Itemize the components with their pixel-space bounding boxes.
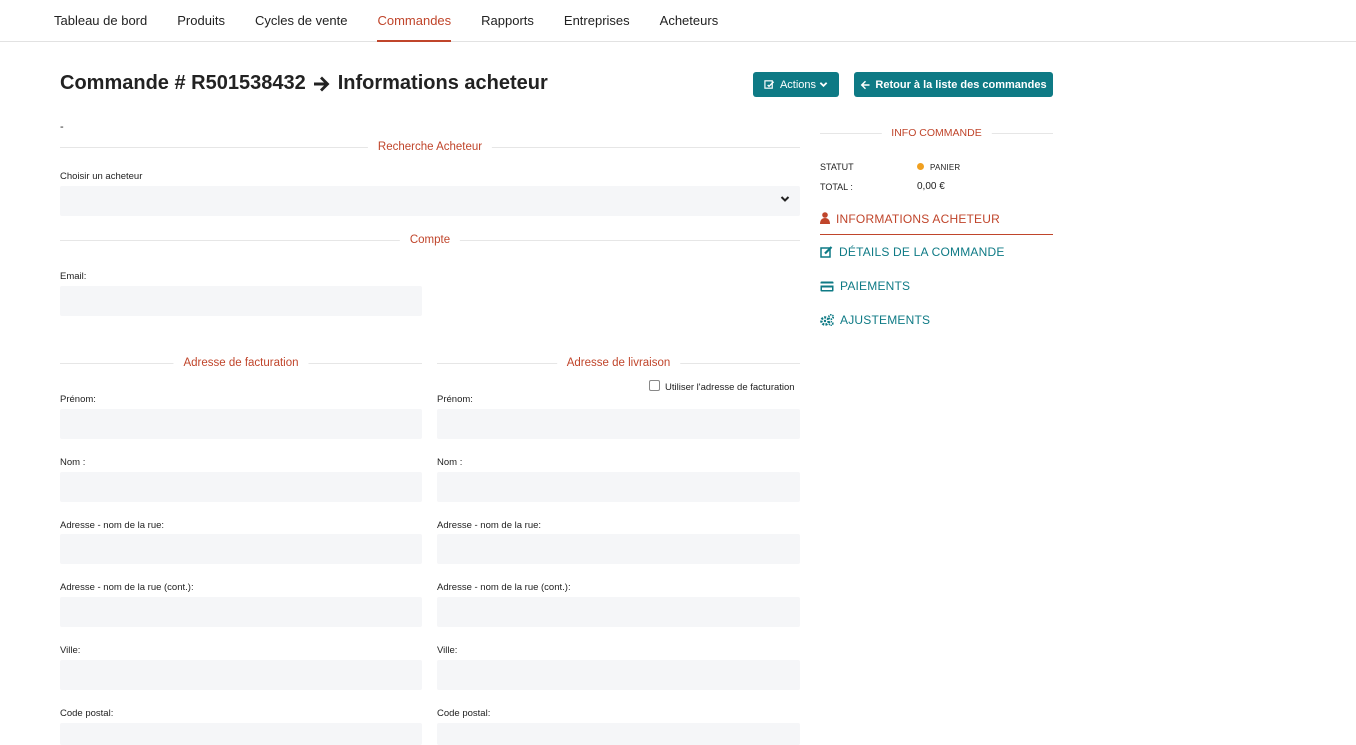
- shipping-first-name-field[interactable]: [437, 409, 800, 439]
- credit-card-icon: [820, 281, 834, 291]
- shipping-divider: Adresse de livraison: [437, 356, 800, 370]
- top-nav: Tableau de bord Produits Cycles de vente…: [0, 0, 1356, 42]
- total-value: 0,00 €: [917, 181, 945, 192]
- side-link-label: INFORMATIONS ACHETEUR: [836, 212, 1000, 226]
- status-dot-icon: [917, 163, 924, 170]
- nav-produits[interactable]: Produits: [177, 0, 225, 42]
- page-subtitle: Informations acheteur: [337, 72, 548, 94]
- billing-divider: Adresse de facturation: [60, 356, 422, 370]
- use-billing-checkbox[interactable]: [649, 380, 660, 391]
- side-link-label: PAIEMENTS: [840, 279, 911, 293]
- shipping-postal-label: Code postal:: [437, 708, 491, 719]
- shipping-street-label: Adresse - nom de la rue:: [437, 520, 542, 531]
- buyer-search-divider: Recherche Acheteur: [60, 140, 800, 154]
- billing-street-field[interactable]: [60, 534, 422, 564]
- shipping-city-field[interactable]: [437, 660, 800, 690]
- shipping-title: Adresse de livraison: [556, 356, 681, 370]
- account-divider: Compte: [60, 233, 800, 247]
- shipping-postal-field[interactable]: [437, 723, 800, 745]
- shipping-street-field[interactable]: [437, 534, 800, 564]
- chevron-down-icon: [819, 82, 828, 88]
- nav-entreprises[interactable]: Entreprises: [564, 0, 630, 42]
- page-title: Commande # R501538432 Informations achet…: [60, 72, 548, 95]
- back-to-orders-button[interactable]: Retour à la liste des commandes: [854, 72, 1053, 97]
- side-link-buyer-info[interactable]: INFORMATIONS ACHETEUR: [820, 207, 1053, 235]
- actions-label: Actions: [779, 78, 817, 91]
- shipping-last-name-label: Nom :: [437, 457, 463, 468]
- nav-rapports[interactable]: Rapports: [481, 0, 534, 42]
- arrow-right-icon: [312, 74, 332, 94]
- user-icon: [820, 212, 830, 224]
- nav-commandes[interactable]: Commandes: [377, 0, 452, 42]
- billing-street2-field[interactable]: [60, 597, 422, 627]
- billing-title: Adresse de facturation: [173, 356, 309, 370]
- billing-postal-field[interactable]: [60, 723, 422, 745]
- shipping-last-name-field[interactable]: [437, 472, 800, 502]
- choose-buyer-label: Choisir un acheteur: [60, 171, 143, 182]
- billing-city-field[interactable]: [60, 660, 422, 690]
- arrow-left-icon: [861, 80, 870, 89]
- dash-text: -: [60, 121, 64, 133]
- status-label: STATUT: [820, 162, 854, 172]
- side-link-label: DÉTAILS DE LA COMMANDE: [839, 245, 1005, 259]
- side-link-payments[interactable]: PAIEMENTS: [820, 274, 1053, 298]
- billing-city-label: Ville:: [60, 645, 81, 656]
- order-info-title: INFO COMMANDE: [881, 126, 992, 140]
- billing-street2-label: Adresse - nom de la rue (cont.):: [60, 582, 194, 593]
- actions-button[interactable]: Actions: [753, 72, 839, 97]
- billing-first-name-label: Prénom:: [60, 394, 96, 405]
- buyer-search-title: Recherche Acheteur: [367, 140, 493, 154]
- email-label: Email:: [60, 271, 87, 282]
- billing-street-label: Adresse - nom de la rue:: [60, 520, 165, 531]
- status-badge: PANIER: [917, 162, 960, 173]
- billing-first-name-field[interactable]: [60, 409, 422, 439]
- billing-last-name-label: Nom :: [60, 457, 86, 468]
- account-title: Compte: [399, 233, 461, 247]
- side-link-adjustments[interactable]: AJUSTEMENTS: [820, 308, 1053, 332]
- order-info-divider: INFO COMMANDE: [820, 126, 1053, 140]
- status-value: PANIER: [930, 163, 961, 172]
- shipping-first-name-label: Prénom:: [437, 394, 473, 405]
- total-label: TOTAL :: [820, 182, 853, 192]
- nav-cycles-de-vente[interactable]: Cycles de vente: [255, 0, 348, 42]
- use-billing-label: Utiliser l'adresse de facturation: [665, 382, 795, 393]
- billing-last-name-field[interactable]: [60, 472, 422, 502]
- shipping-street2-field[interactable]: [437, 597, 800, 627]
- billing-postal-label: Code postal:: [60, 708, 114, 719]
- back-label: Retour à la liste des commandes: [875, 78, 1047, 91]
- order-number: Commande # R501538432: [60, 72, 306, 94]
- nav-acheteurs[interactable]: Acheteurs: [660, 0, 719, 42]
- shipping-city-label: Ville:: [437, 645, 458, 656]
- email-field[interactable]: [60, 286, 422, 316]
- edit-icon: [764, 80, 775, 89]
- shipping-street2-label: Adresse - nom de la rue (cont.):: [437, 582, 571, 593]
- side-link-order-details[interactable]: DÉTAILS DE LA COMMANDE: [820, 240, 1053, 264]
- nav-tableau-de-bord[interactable]: Tableau de bord: [54, 0, 147, 42]
- edit-icon: [820, 246, 833, 258]
- buyer-select[interactable]: [60, 186, 800, 216]
- cogs-icon: [820, 314, 834, 326]
- side-link-label: AJUSTEMENTS: [840, 313, 931, 327]
